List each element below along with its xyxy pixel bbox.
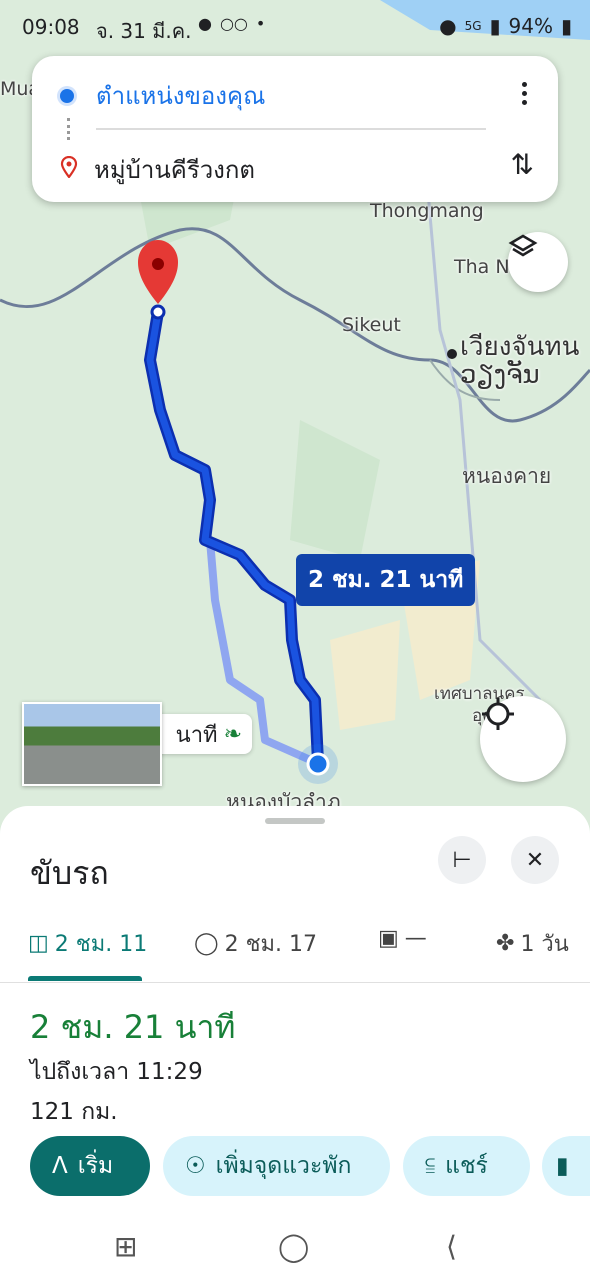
directions-card: ตำแหน่งของคุณ หมู่บ้านคีรีวงกต ⇅: [32, 56, 558, 202]
tab-drive[interactable]: ◫ 2 ชม. 11: [28, 926, 147, 961]
route-duration-label[interactable]: 2 ชม. 21 นาที: [296, 554, 476, 606]
bottom-sheet: ขับรถ ⊢ ✕ ◫ 2 ชม. 11 ◯ 2 ชม. 17 ▣ — ✤ 1 …: [0, 806, 590, 1280]
street-view-thumbnail[interactable]: [22, 702, 162, 786]
more-options-icon[interactable]: [522, 78, 528, 109]
line-app-icon: ●: [198, 14, 212, 33]
back-icon[interactable]: ⟨: [446, 1230, 457, 1263]
divider: [96, 128, 486, 130]
voicemail-icon: ○○: [219, 14, 248, 33]
origin-dot-icon: [60, 88, 74, 103]
arrival-time: ไปถึงเวลา 11:29: [30, 1059, 203, 1085]
travel-mode-tabs: ◫ 2 ชม. 11 ◯ 2 ชม. 17 ▣ — ✤ 1 วัน: [0, 916, 590, 983]
add-stop-label: เพิ่มจุดแวะพัก: [215, 1153, 352, 1179]
tab-transit[interactable]: ▣ —: [378, 926, 427, 951]
notification-icons: ● ○○ •: [198, 14, 265, 33]
destination-input[interactable]: หมู่บ้านคีรีวงกต: [94, 150, 255, 189]
origin-input[interactable]: ตำแหน่งของคุณ: [96, 76, 265, 115]
status-right: ● 5G ▮ 94% ▮: [439, 14, 572, 38]
battery-icon: ▮: [560, 14, 572, 38]
layers-button[interactable]: [508, 232, 568, 292]
tab-motorcycle[interactable]: ◯ 2 ชม. 17: [194, 926, 317, 961]
train-icon: ▣: [378, 926, 399, 951]
route-duration: 2 ชม. 21 นาที: [30, 1008, 236, 1046]
tab-walk-label: 1 วัน: [520, 932, 569, 957]
map-label: หนองคาย: [462, 464, 552, 488]
sliders-icon: ⊢: [452, 847, 472, 873]
swap-icon[interactable]: ⇅: [511, 148, 534, 181]
location-icon: ●: [439, 14, 457, 38]
tab-motorcycle-label: 2 ชม. 17: [224, 932, 318, 957]
navigation-arrow-icon: Λ: [52, 1153, 68, 1179]
battery-percent: 94%: [508, 14, 553, 38]
status-date: จ. 31 มี.ค.: [96, 19, 192, 43]
origin-row[interactable]: ตำแหน่งของคุณ: [60, 76, 265, 115]
more-notifications-icon: •: [255, 14, 266, 33]
map-label: Sikeut: [342, 314, 401, 336]
recent-apps-icon[interactable]: ⊞: [114, 1230, 137, 1263]
my-location-button[interactable]: [480, 696, 566, 782]
close-icon: ✕: [525, 847, 545, 873]
home-icon[interactable]: ◯: [278, 1230, 309, 1263]
tab-drive-label: 2 ชม. 11: [54, 932, 148, 957]
destination-row[interactable]: หมู่บ้านคีรีวงกต: [60, 150, 255, 189]
destination-pin-icon: [60, 155, 78, 184]
route-connector: [67, 118, 72, 140]
map-label-city-lao: ວຽງຈັນ: [460, 360, 540, 390]
drag-handle[interactable]: [265, 818, 325, 824]
close-button[interactable]: ✕: [511, 836, 559, 884]
bookmark-icon: ▮: [556, 1153, 569, 1179]
tab-walk[interactable]: ✤ 1 วัน: [496, 926, 569, 961]
add-location-icon: ☉: [185, 1153, 206, 1179]
share-button[interactable]: ⫅ แชร์: [403, 1136, 530, 1196]
map-label: Tha N: [454, 256, 510, 278]
share-label: แชร์: [445, 1153, 488, 1179]
sheet-title: ขับรถ: [30, 854, 109, 892]
alt-route-text: นาที: [175, 722, 218, 748]
map-label: Thongmang: [370, 200, 484, 222]
start-button[interactable]: Λ เริ่ม: [30, 1136, 150, 1196]
route-options-button[interactable]: ⊢: [438, 836, 486, 884]
network-type: 5G: [464, 19, 482, 33]
active-tab-indicator: [28, 976, 142, 981]
status-bar: 09:08 จ. 31 มี.ค. ● ○○ • ● 5G ▮ 94% ▮: [0, 0, 590, 56]
tab-transit-label: —: [404, 926, 427, 951]
system-nav-bar: ⊞ ◯ ⟨: [0, 1210, 590, 1280]
motorcycle-icon: ◯: [194, 931, 219, 956]
signal-icon: ▮: [489, 14, 501, 38]
alt-route-label[interactable]: นาที ❧: [150, 714, 252, 754]
start-button-label: เริ่ม: [77, 1153, 114, 1179]
save-button[interactable]: ▮: [542, 1136, 590, 1196]
route-distance: 121 กม.: [30, 1099, 118, 1125]
status-time: 09:08: [22, 15, 80, 39]
leaf-icon: ❧: [223, 721, 242, 747]
walk-icon: ✤: [496, 931, 515, 956]
share-icon: ⫅: [425, 1153, 436, 1179]
add-stop-button[interactable]: ☉ เพิ่มจุดแวะพัก: [163, 1136, 390, 1196]
car-icon: ◫: [28, 931, 49, 956]
